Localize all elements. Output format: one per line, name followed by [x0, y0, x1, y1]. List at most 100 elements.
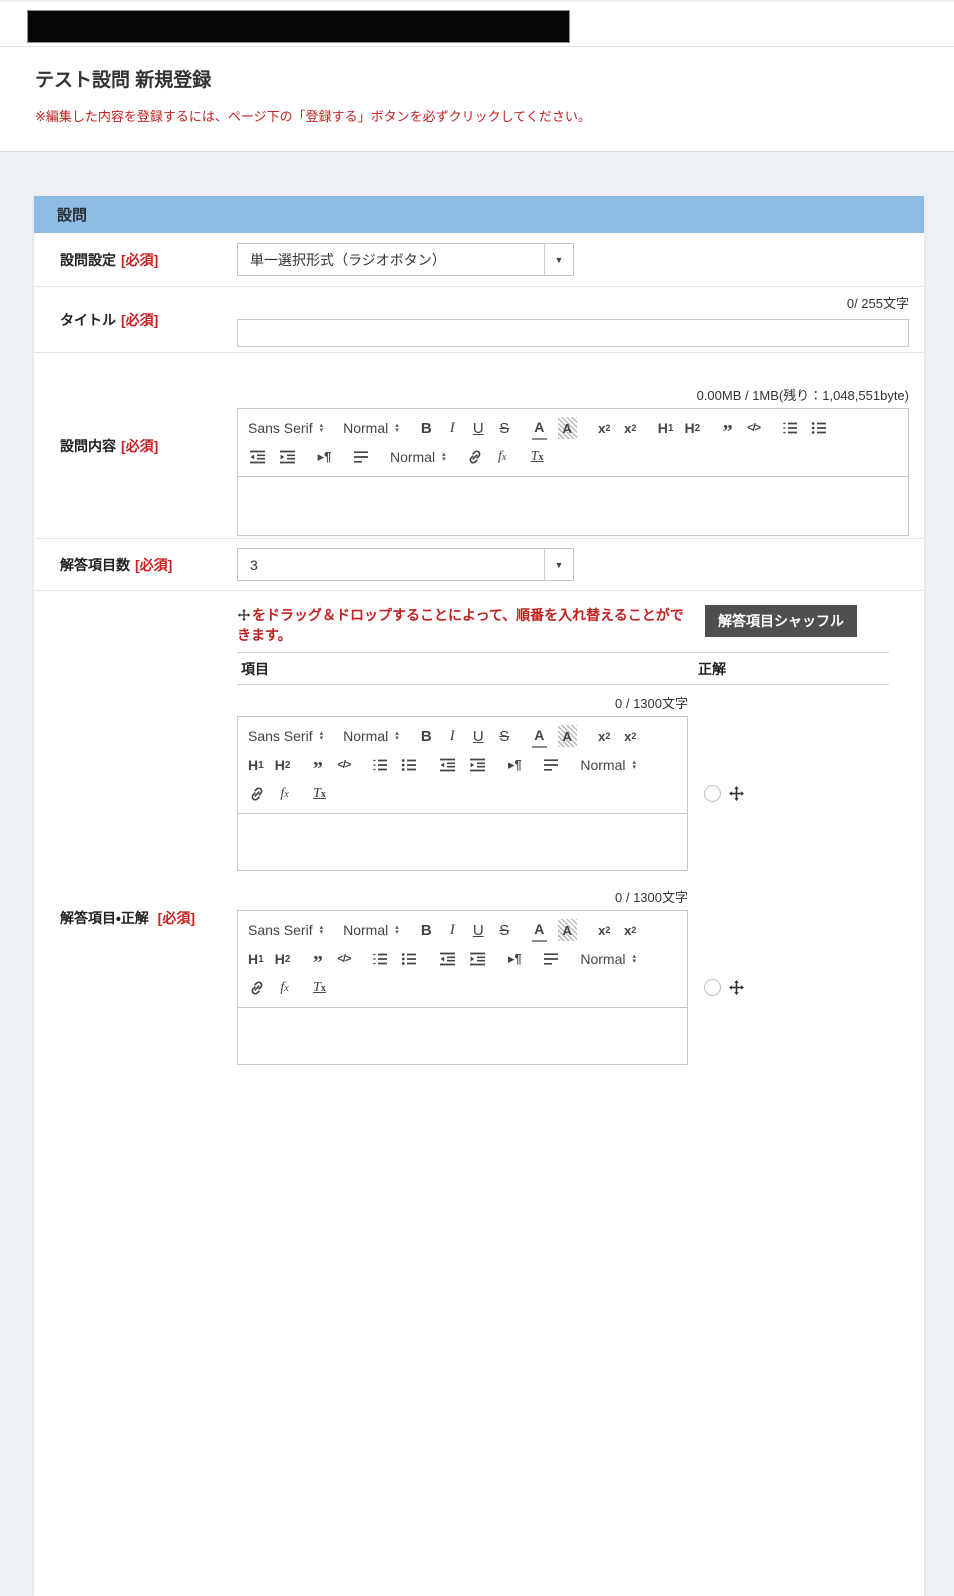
test-question-registration-page: { "page": { "title": "テスト設問 新規登録", "note… — [0, 0, 954, 961]
underline-icon[interactable]: U — [471, 919, 486, 941]
underline-icon[interactable]: U — [471, 725, 486, 747]
header2-icon[interactable]: H2 — [275, 948, 291, 970]
toolbar-group-header: H1 H2 — [658, 415, 700, 441]
header1-icon[interactable]: H1 — [248, 948, 264, 970]
clear-formatting-icon[interactable]: Tx — [530, 446, 545, 468]
blockquote-icon[interactable]: ” — [310, 944, 325, 974]
size-picker[interactable]: Normal ▴▾ — [580, 754, 636, 776]
question-content-editing-area[interactable] — [238, 477, 908, 535]
bullet-list-icon[interactable] — [400, 754, 418, 776]
subscript-icon[interactable]: x2 — [597, 417, 612, 439]
drag-handle-icon[interactable] — [728, 785, 745, 802]
bullet-list-icon[interactable] — [810, 417, 828, 439]
page-warning-note: ※編集した内容を登録するには、ページ下の「登録する」ボタンを必ずクリックしてくだ… — [35, 106, 591, 125]
indent-icon[interactable] — [468, 948, 487, 970]
font-picker[interactable]: Sans Serif ▴▾ — [248, 725, 323, 747]
answer-item-editing-area[interactable] — [238, 1008, 687, 1064]
header2-icon[interactable]: H2 — [684, 417, 700, 439]
link-icon[interactable] — [248, 783, 266, 805]
bold-icon[interactable]: B — [419, 919, 434, 941]
align-icon[interactable] — [542, 948, 560, 970]
text-color-icon[interactable]: A — [532, 918, 547, 942]
toolbar-group-size: Normal ▴▾ — [580, 946, 636, 972]
text-direction-icon[interactable]: ▸¶ — [507, 948, 522, 970]
question-content-row: 設問内容[必須] 0.00MB / 1MB(残り：1,048,551byte) … — [34, 352, 924, 538]
code-block-icon[interactable]: </> — [336, 948, 351, 970]
subscript-icon[interactable]: x2 — [597, 725, 612, 747]
drag-handle-icon[interactable] — [728, 979, 745, 996]
outdent-icon[interactable] — [438, 948, 457, 970]
toolbar-group-font: Sans Serif ▴▾ — [248, 917, 323, 943]
size-picker-label: Normal — [390, 449, 435, 465]
superscript-icon[interactable]: x2 — [623, 919, 638, 941]
background-color-icon[interactable]: A — [558, 417, 577, 439]
bold-icon[interactable]: B — [419, 417, 434, 439]
indent-icon[interactable] — [278, 446, 297, 468]
answer-item-editing-area[interactable] — [238, 814, 687, 870]
text-direction-icon[interactable]: ▸¶ — [507, 754, 522, 776]
superscript-icon[interactable]: x2 — [623, 725, 638, 747]
background-color-icon[interactable]: A — [558, 919, 577, 941]
align-icon[interactable] — [352, 446, 370, 468]
answer-item: 0 / 1300文字 Sans Serif ▴▾ Normal ▴▾ B I U… — [237, 887, 889, 1065]
clear-formatting-icon[interactable]: Tx — [312, 783, 327, 805]
toolbar-group-header: H1 H2 — [248, 752, 290, 778]
text-direction-icon[interactable]: ▸¶ — [317, 446, 332, 468]
link-icon[interactable] — [466, 446, 484, 468]
italic-icon[interactable]: I — [445, 919, 460, 941]
italic-icon[interactable]: I — [445, 417, 460, 439]
superscript-icon[interactable]: x2 — [623, 417, 638, 439]
header1-icon[interactable]: H1 — [248, 754, 264, 776]
code-block-icon[interactable]: </> — [336, 754, 351, 776]
strikethrough-icon[interactable]: S — [497, 725, 512, 747]
clear-formatting-icon[interactable]: Tx — [312, 977, 327, 999]
font-picker[interactable]: Sans Serif ▴▾ — [248, 919, 323, 941]
text-color-icon[interactable]: A — [532, 416, 547, 440]
code-block-icon[interactable]: </> — [746, 417, 761, 439]
toolbar-group-script: x2 x2 — [597, 723, 638, 749]
toolbar-group-color: A A — [532, 917, 577, 943]
background-color-icon[interactable]: A — [558, 725, 577, 747]
blockquote-icon[interactable]: ” — [310, 750, 325, 780]
italic-icon[interactable]: I — [445, 725, 460, 747]
indent-icon[interactable] — [468, 754, 487, 776]
heading-picker[interactable]: Normal ▴▾ — [343, 919, 399, 941]
size-picker[interactable]: Normal ▴▾ — [580, 948, 636, 970]
header1-icon[interactable]: H1 — [658, 417, 674, 439]
bold-icon[interactable]: B — [419, 725, 434, 747]
size-picker-label: Normal — [580, 951, 625, 967]
question-type-select[interactable]: 単一選択形式（ラジオボタン） ▼ — [237, 243, 574, 276]
subscript-icon[interactable]: x2 — [597, 919, 612, 941]
title-input[interactable] — [237, 319, 909, 347]
text-color-icon[interactable]: A — [532, 724, 547, 748]
font-picker[interactable]: Sans Serif ▴▾ — [248, 417, 323, 439]
outdent-icon[interactable] — [248, 446, 267, 468]
formula-icon[interactable]: fx — [495, 446, 510, 468]
outdent-icon[interactable] — [438, 754, 457, 776]
blockquote-icon[interactable]: ” — [720, 413, 735, 443]
formula-icon[interactable]: fx — [277, 783, 292, 805]
correct-answer-radio[interactable] — [704, 979, 721, 996]
toolbar-group-insert: fx — [248, 781, 292, 807]
align-icon[interactable] — [542, 754, 560, 776]
heading-picker[interactable]: Normal ▴▾ — [343, 725, 399, 747]
bullet-list-icon[interactable] — [400, 948, 418, 970]
heading-picker[interactable]: Normal ▴▾ — [343, 417, 399, 439]
ordered-list-icon[interactable] — [781, 417, 799, 439]
formula-icon[interactable]: fx — [277, 977, 292, 999]
correct-answer-radio[interactable] — [704, 785, 721, 802]
chevron-down-icon[interactable]: ▼ — [544, 549, 573, 580]
title-char-counter: 0/ 255文字 — [237, 293, 909, 312]
toolbar-group-clean: Tx — [530, 444, 545, 470]
size-picker[interactable]: Normal ▴▾ — [390, 446, 446, 468]
strikethrough-icon[interactable]: S — [497, 919, 512, 941]
ordered-list-icon[interactable] — [371, 754, 389, 776]
answer-count-select[interactable]: 3 ▼ — [237, 548, 574, 581]
ordered-list-icon[interactable] — [371, 948, 389, 970]
underline-icon[interactable]: U — [471, 417, 486, 439]
shuffle-answers-button[interactable]: 解答項目シャッフル — [705, 605, 857, 637]
chevron-down-icon[interactable]: ▼ — [544, 244, 573, 275]
header2-icon[interactable]: H2 — [275, 754, 291, 776]
link-icon[interactable] — [248, 977, 266, 999]
strikethrough-icon[interactable]: S — [497, 417, 512, 439]
